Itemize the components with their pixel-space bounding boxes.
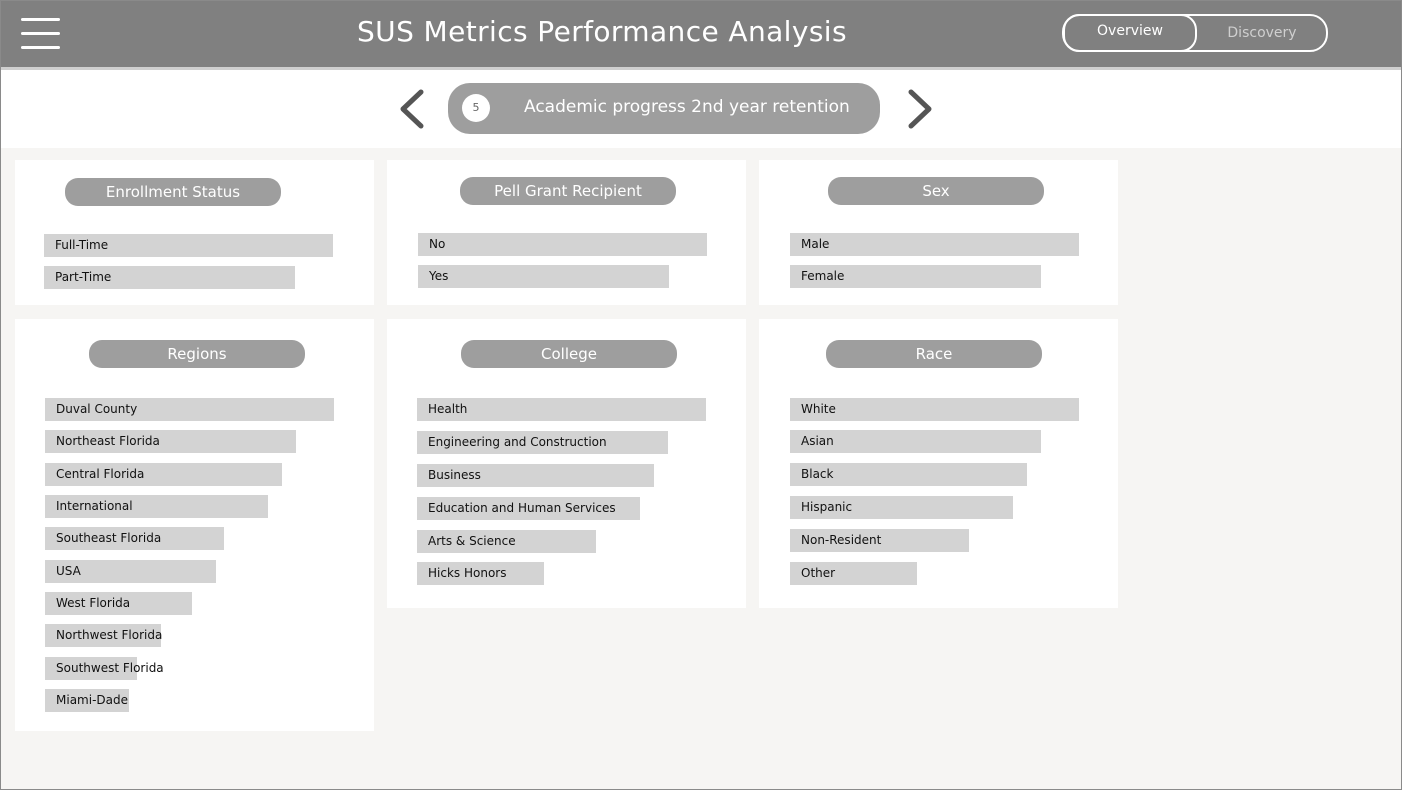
filter-bar[interactable]: Education and Human Services [417, 497, 640, 520]
card-title: Pell Grant Recipient [460, 177, 676, 205]
card-enrollment-status: Enrollment Status Full-Time Part-Time [15, 160, 374, 305]
filter-bar[interactable]: Full-Time [44, 234, 333, 257]
filter-bar[interactable]: Female [790, 265, 1041, 288]
filter-bar-label: Hicks Honors [428, 566, 507, 580]
filter-bar-label: Engineering and Construction [428, 435, 607, 449]
filter-bar-label: Northwest Florida [56, 628, 163, 642]
filter-bar-label: Central Florida [56, 467, 145, 481]
filter-bar-label: Duval County [56, 402, 138, 416]
metric-selector[interactable]: 5 Academic progress 2nd year retention [448, 83, 880, 134]
filter-bar-label: Full-Time [55, 238, 109, 252]
filter-bar-label: USA [56, 564, 81, 578]
filter-bar-label: Asian [801, 434, 834, 448]
filter-bar[interactable]: Engineering and Construction [417, 431, 668, 454]
filter-bar-label: Northeast Florida [56, 434, 160, 448]
card-pell-grant: Pell Grant Recipient No Yes [387, 160, 746, 305]
card-title: Race [826, 340, 1042, 368]
filter-bar-label: West Florida [56, 596, 131, 610]
filter-bar-label: International [56, 499, 133, 513]
previous-arrow-icon[interactable] [397, 89, 427, 129]
filter-bar[interactable]: Male [790, 233, 1079, 256]
filter-bar[interactable]: Yes [418, 265, 669, 288]
filter-bar[interactable]: Duval County [45, 398, 334, 421]
view-toggle: Overview Discovery [1062, 14, 1328, 52]
top-header-bar: SUS Metrics Performance Analysis Overvie… [1, 1, 1401, 70]
filter-bar-label: Arts & Science [428, 534, 516, 548]
filter-bar[interactable]: Business [417, 464, 654, 487]
filter-bar[interactable]: International [45, 495, 268, 518]
filter-bar[interactable]: Asian [790, 430, 1041, 453]
card-title: Sex [828, 177, 1044, 205]
filter-bar[interactable]: Other [790, 562, 917, 585]
metric-label: Academic progress 2nd year retention [524, 97, 850, 117]
filter-bar[interactable]: Southwest Florida [45, 657, 164, 680]
filter-bar[interactable]: Arts & Science [417, 530, 596, 553]
filter-bar-label: No [429, 237, 446, 251]
filter-bar[interactable]: Miami-Dade [45, 689, 129, 712]
page-title: SUS Metrics Performance Analysis [357, 15, 847, 48]
filter-bar[interactable]: Northeast Florida [45, 430, 296, 453]
card-regions: Regions Duval County Northeast Florida C… [15, 319, 374, 731]
card-title: College [461, 340, 677, 368]
filter-bar[interactable]: Part-Time [44, 266, 295, 289]
card-college: College Health Engineering and Construct… [387, 319, 746, 608]
card-sex: Sex Male Female [759, 160, 1118, 305]
filter-bar-label: Male [801, 237, 830, 251]
filter-bar[interactable]: No [418, 233, 707, 256]
filter-bar-label: Female [801, 269, 845, 283]
filter-bar-label: Hispanic [801, 500, 853, 514]
filter-bar[interactable]: Hispanic [790, 496, 1013, 519]
filter-bar-label: Part-Time [55, 270, 112, 284]
filter-bar[interactable]: White [790, 398, 1079, 421]
filter-bar-label: Southeast Florida [56, 531, 162, 545]
filter-bar-label: Black [801, 467, 834, 481]
metric-number-badge: 5 [462, 94, 490, 122]
filter-bar[interactable]: Black [790, 463, 1027, 486]
filter-bar[interactable]: West Florida [45, 592, 192, 615]
filter-bar-label: Non-Resident [801, 533, 882, 547]
filter-bar[interactable]: Southeast Florida [45, 527, 224, 550]
filter-bar-label: Business [428, 468, 481, 482]
card-race: Race White Asian Black Hispanic Non-Resi… [759, 319, 1118, 608]
card-title: Regions [89, 340, 305, 368]
filter-bar[interactable]: Non-Resident [790, 529, 969, 552]
next-arrow-icon[interactable] [905, 89, 935, 129]
filter-bar-label: Yes [429, 269, 449, 283]
filter-bar-label: Other [801, 566, 836, 580]
filter-bar[interactable]: Central Florida [45, 463, 282, 486]
filter-bar[interactable]: Northwest Florida [45, 624, 163, 647]
filter-bar[interactable]: Hicks Honors [417, 562, 544, 585]
filter-bar-label: White [801, 402, 836, 416]
filter-bar-label: Health [428, 402, 468, 416]
tab-overview[interactable]: Overview [1063, 14, 1197, 52]
filter-bar-label: Miami-Dade [56, 693, 128, 707]
filter-bar-label: Education and Human Services [428, 501, 616, 515]
tab-discovery[interactable]: Discovery [1198, 16, 1326, 50]
card-title: Enrollment Status [65, 178, 281, 206]
filter-bar[interactable]: Health [417, 398, 706, 421]
filter-bar-label: Southwest Florida [56, 661, 164, 675]
filter-bar[interactable]: USA [45, 560, 216, 583]
